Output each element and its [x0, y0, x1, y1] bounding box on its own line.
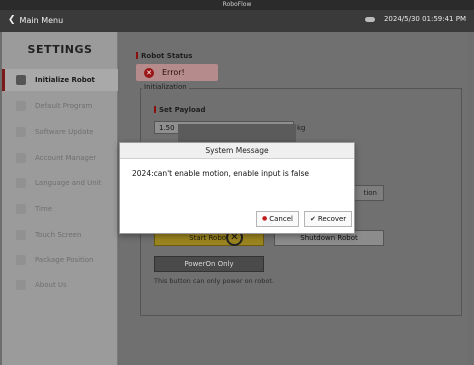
- system-message-dialog: System Message 2024:can't enable motion,…: [119, 142, 355, 234]
- datetime: 2024/5/30 01:59:41 PM: [383, 15, 466, 23]
- sidebar-item-about-us[interactable]: About Us: [2, 274, 118, 296]
- main-menu-label: Main Menu: [19, 15, 64, 25]
- cancel-icon: ●: [262, 215, 268, 222]
- sidebar-item-default-program[interactable]: Default Program: [2, 95, 118, 117]
- update-icon: [16, 127, 26, 137]
- sidebar-item-package-position[interactable]: Package Position: [2, 249, 118, 271]
- recover-button[interactable]: ✔ Recover: [304, 211, 353, 227]
- cancel-button[interactable]: ● Cancel: [256, 211, 299, 227]
- main-menu-button[interactable]: ❮ Main Menu: [8, 15, 63, 25]
- window-title: RoboFlow: [0, 0, 474, 10]
- sidebar-item-label: Language and Unit: [35, 179, 102, 187]
- sidebar-item-label: Software Update: [35, 128, 94, 136]
- sidebar-item-account-manager[interactable]: Account Manager: [2, 147, 118, 169]
- sidebar: SETTINGS Initialize Robot Default Progra…: [2, 32, 118, 365]
- recover-label: Recover: [317, 215, 347, 223]
- dialog-title: System Message: [120, 143, 354, 159]
- sidebar-item-label: About Us: [35, 281, 67, 289]
- error-icon: ✕: [144, 67, 154, 78]
- set-payload-label: Set Payload: [154, 106, 206, 114]
- sidebar-item-touch-screen[interactable]: Touch Screen: [2, 224, 118, 246]
- cancel-label: Cancel: [269, 215, 293, 223]
- clock-icon: [16, 204, 26, 214]
- sidebar-item-software-update[interactable]: Software Update: [2, 121, 118, 143]
- sidebar-item-label: Time: [35, 205, 53, 213]
- program-icon: [16, 101, 26, 111]
- sidebar-item-label: Account Manager: [35, 154, 97, 162]
- check-icon: ✔: [310, 215, 316, 223]
- sidebar-item-label: Default Program: [35, 102, 93, 110]
- app-root: RoboFlow ❮ Main Menu 2024/5/30 01:59:41 …: [0, 0, 474, 365]
- package-icon: [16, 255, 26, 265]
- settings-title: SETTINGS: [27, 43, 93, 56]
- poweron-only-button[interactable]: PowerOn Only: [154, 256, 264, 272]
- info-icon: [16, 280, 26, 290]
- touch-icon: [16, 230, 26, 240]
- header-status: 2024/5/30 01:59:41 PM: [364, 15, 466, 23]
- cloud-icon: [364, 15, 376, 23]
- robot-status-label: Robot Status: [136, 52, 192, 60]
- dialog-message: 2024:can't enable motion, enable input i…: [132, 169, 310, 178]
- payload-unit: kg: [297, 124, 306, 132]
- language-icon: [16, 178, 26, 188]
- status-badge: ✕ Error!: [136, 64, 218, 81]
- sidebar-item-label: Touch Screen: [35, 231, 82, 239]
- initialization-legend: Initialization: [142, 83, 189, 91]
- account-icon: [16, 153, 26, 163]
- robot-icon: [16, 75, 26, 85]
- sidebar-item-label: Initialize Robot: [35, 76, 95, 84]
- poweron-hint: This button can only power on robot.: [154, 277, 274, 285]
- app-header: ❮ Main Menu 2024/5/30 01:59:41 PM: [0, 10, 474, 32]
- sidebar-item-initialize-robot[interactable]: Initialize Robot: [2, 69, 118, 91]
- chevron-left-icon: ❮: [8, 15, 16, 25]
- sidebar-item-time[interactable]: Time: [2, 198, 118, 220]
- status-text: Error!: [162, 68, 185, 77]
- sidebar-item-label: Package Position: [35, 256, 94, 264]
- sidebar-item-language-unit[interactable]: Language and Unit: [2, 172, 118, 194]
